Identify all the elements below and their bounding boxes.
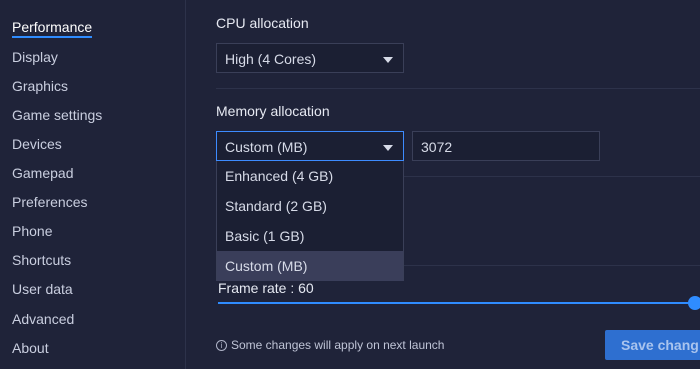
memory-allocation-label: Memory allocation xyxy=(216,103,330,119)
section-divider xyxy=(404,265,700,266)
sidebar-item-advanced[interactable]: Advanced xyxy=(12,311,74,327)
sidebar-item-label: About xyxy=(12,340,49,356)
sidebar-item-label: Display xyxy=(12,49,58,65)
sidebar-item-label: Phone xyxy=(12,223,53,239)
chevron-down-icon xyxy=(383,57,393,63)
sidebar-item-label: Preferences xyxy=(12,194,88,210)
sidebar-item-user-data[interactable]: User data xyxy=(12,281,73,297)
dropdown-option-label: Enhanced (4 GB) xyxy=(225,168,334,184)
frame-rate-slider-thumb[interactable] xyxy=(688,296,700,310)
settings-sidebar: Performance Display Graphics Game settin… xyxy=(0,0,186,369)
sidebar-item-game-settings[interactable]: Game settings xyxy=(12,107,102,123)
chevron-down-icon xyxy=(383,145,393,151)
cpu-allocation-label: CPU allocation xyxy=(216,15,309,31)
save-button-label: Save chang xyxy=(621,337,699,353)
cpu-allocation-value: High (4 Cores) xyxy=(225,51,317,67)
sidebar-item-label: Advanced xyxy=(12,311,75,327)
dropdown-option-custom[interactable]: Custom (MB) xyxy=(217,251,403,281)
sidebar-item-label: Shortcuts xyxy=(12,252,72,268)
sidebar-item-graphics[interactable]: Graphics xyxy=(12,78,68,94)
sidebar-item-display[interactable]: Display xyxy=(12,49,58,65)
dropdown-option-label: Custom (MB) xyxy=(225,258,308,274)
sidebar-item-phone[interactable]: Phone xyxy=(12,223,52,239)
dropdown-option-basic[interactable]: Basic (1 GB) xyxy=(217,221,403,251)
dropdown-option-label: Standard (2 GB) xyxy=(225,198,327,214)
sidebar-item-performance[interactable]: Performance xyxy=(12,19,93,38)
memory-allocation-select[interactable]: Custom (MB) xyxy=(216,131,404,161)
sidebar-item-label: Gamepad xyxy=(12,165,74,181)
sidebar-item-label: Performance xyxy=(12,19,93,35)
dropdown-option-label: Basic (1 GB) xyxy=(225,228,305,244)
info-icon: i xyxy=(216,340,227,351)
section-divider xyxy=(404,176,700,177)
sidebar-item-label: User data xyxy=(12,281,73,297)
memory-allocation-value: Custom (MB) xyxy=(225,139,308,155)
sidebar-item-devices[interactable]: Devices xyxy=(12,136,62,152)
sidebar-item-shortcuts[interactable]: Shortcuts xyxy=(12,252,71,268)
sidebar-item-gamepad[interactable]: Gamepad xyxy=(12,165,73,181)
cpu-allocation-select[interactable]: High (4 Cores) xyxy=(216,43,404,73)
frame-rate-label: Frame rate : 60 xyxy=(218,280,314,296)
sidebar-item-about[interactable]: About xyxy=(12,340,49,356)
sidebar-item-label: Game settings xyxy=(12,107,103,123)
save-changes-button[interactable]: Save chang xyxy=(605,330,700,360)
dropdown-option-enhanced[interactable]: Enhanced (4 GB) xyxy=(217,161,403,191)
frame-rate-slider-track[interactable] xyxy=(218,302,692,304)
sidebar-item-preferences[interactable]: Preferences xyxy=(12,194,87,210)
dropdown-option-standard[interactable]: Standard (2 GB) xyxy=(217,191,403,221)
restart-notice: Some changes will apply on next launch xyxy=(231,338,445,352)
sidebar-item-label: Devices xyxy=(12,136,62,152)
sidebar-item-label: Graphics xyxy=(12,78,69,94)
memory-allocation-dropdown: Enhanced (4 GB) Standard (2 GB) Basic (1… xyxy=(216,161,404,281)
section-divider xyxy=(216,88,700,89)
custom-memory-input[interactable]: 3072 xyxy=(412,131,600,161)
active-tab-indicator xyxy=(12,36,93,38)
